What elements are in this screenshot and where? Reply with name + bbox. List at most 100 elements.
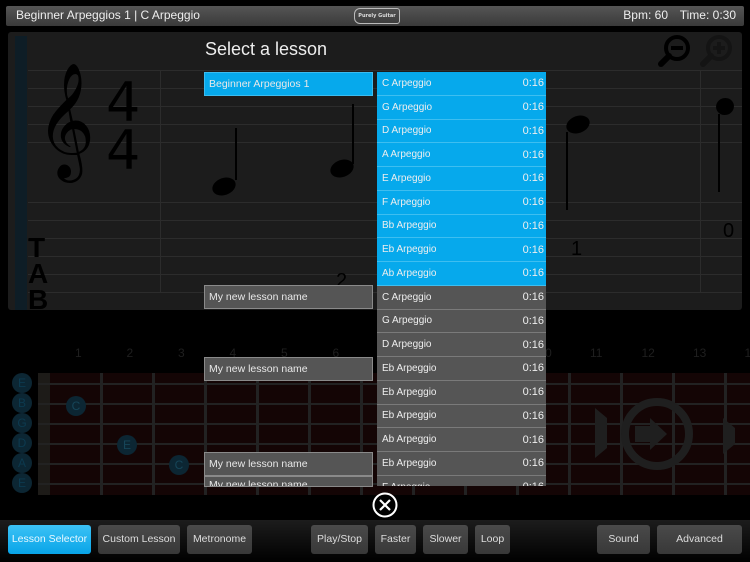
lesson-duration: 0:16 [522,457,544,470]
tab-number: 0 [723,220,735,242]
time-readout: Time: 0:30 [679,8,736,22]
lesson-item[interactable]: Eb Arpeggio 0:16 [377,404,546,429]
lesson-item[interactable]: E Arpeggio 0:16 [377,167,546,191]
fret-number: 1 [75,346,82,360]
lesson-item[interactable]: Ab Arpeggio 0:16 [377,428,546,452]
fretboard: 1234567891011121314EBGDAECEC [0,340,750,500]
lesson-name: F Arpeggio [382,482,430,486]
lesson-duration: 0:16 [522,101,544,114]
fret-number: 12 [641,346,655,360]
lesson-duration: 0:16 [522,124,544,137]
fret-number: 11 [590,346,603,360]
lesson-name: Eb Arpeggio [382,457,437,469]
fret-number: 2 [126,346,134,360]
lesson-duration: 0:16 [522,386,544,399]
treble-clef-icon: 𝄞 [36,61,96,178]
lesson-name: Eb Arpeggio [382,244,437,256]
lesson-group-item[interactable]: My new lesson name [204,357,373,381]
lesson-item[interactable]: D Arpeggio 0:16 [377,119,546,144]
note-head [209,174,239,199]
fretboard-nut [38,373,50,495]
lesson-name: Bb Arpeggio [382,220,437,232]
tab-number: 1 [571,238,583,260]
lesson-group-item[interactable]: My new lesson name [204,452,373,476]
lesson-duration: 0:16 [522,362,544,375]
metronome-button[interactable]: Metronome [187,525,252,554]
note-stem [352,104,354,164]
string-name: G [12,413,32,433]
lesson-duration: 0:16 [522,243,544,256]
string-name: E [12,473,32,493]
fret-number: 14 [744,346,750,360]
loop-button[interactable]: Loop [475,525,510,554]
play-stop-button[interactable]: Play/Stop [311,525,368,554]
close-circle-icon[interactable] [372,492,398,518]
string-name: B [12,393,32,413]
bar-line [160,70,161,292]
bottom-toolbar: Lesson Selector Custom Lesson Metronome … [0,520,750,562]
lesson-title: Beginner Arpeggios 1 | C Arpeggio [16,8,200,22]
lesson-item[interactable]: Eb Arpeggio 0:16 [377,357,546,381]
lesson-duration: 0:16 [522,433,544,446]
lesson-item[interactable]: F Arpeggio 0:16 [377,190,546,215]
lesson-duration: 0:16 [522,267,544,280]
lesson-item[interactable]: F Arpeggio 0:16 [377,475,546,486]
fret-wire [152,373,155,495]
lesson-item[interactable]: D Arpeggio 0:16 [377,333,546,357]
lesson-item[interactable]: Eb Arpeggio 0:16 [377,452,546,476]
zoom-out-icon[interactable] [656,34,692,70]
lesson-group-item[interactable]: Beginner Arpeggios 1 [204,72,373,96]
string-name: E [12,373,32,393]
bpm-readout: Bpm: 60 [623,8,668,22]
replay-play-icon[interactable] [595,396,745,476]
lesson-name: C Arpeggio [382,77,432,89]
lesson-duration: 0:16 [522,196,544,209]
lesson-name: G Arpeggio [382,315,433,327]
playback-progress-bar [15,36,27,310]
lesson-duration: 0:16 [522,219,544,232]
lesson-duration: 0:16 [522,148,544,161]
lesson-item[interactable]: C Arpeggio 0:16 [377,72,546,96]
sound-button[interactable]: Sound [597,525,650,554]
slower-button[interactable]: Slower [423,525,468,554]
lesson-selector-button[interactable]: Lesson Selector [8,525,91,554]
lesson-name: E Arpeggio [382,172,431,184]
lesson-item[interactable]: Eb Arpeggio 0:16 [377,238,546,262]
lesson-duration: 0:16 [522,314,544,327]
lesson-item[interactable]: Ab Arpeggio 0:16 [377,262,546,286]
lesson-item[interactable]: A Arpeggio 0:16 [377,143,546,167]
purely-guitar-logo: Purely Guitar [354,8,400,24]
time-signature-bottom: 4 [106,119,141,182]
advanced-button[interactable]: Advanced [657,525,742,554]
lesson-item[interactable]: G Arpeggio 0:16 [377,309,546,334]
lesson-name: Eb Arpeggio [382,362,437,374]
sheet-music-area: 𝄞 4 4 T A B 2 1 0 < > [8,32,742,310]
lesson-list[interactable]: C Arpeggio 0:16 G Arpeggio 0:16 D Arpeggio 0:… [377,72,546,486]
lesson-item[interactable]: G Arpeggio 0:16 [377,95,546,120]
lesson-name: Ab Arpeggio [382,434,437,446]
lesson-item[interactable]: Bb Arpeggio 0:16 [377,214,546,239]
zoom-in-icon[interactable] [698,34,734,70]
fret-number: 3 [178,346,185,360]
note-stem [566,132,568,210]
fret-number: 13 [693,346,707,360]
faster-button[interactable]: Faster [375,525,416,554]
bar-line [700,70,701,292]
lesson-name: F Arpeggio [382,196,431,208]
fret-wire [568,373,571,495]
lesson-name: A Arpeggio [382,149,431,161]
fret-wire [100,373,103,495]
lesson-item[interactable]: Eb Arpeggio 0:16 [377,380,546,405]
lesson-group-item[interactable]: My new lesson name [204,285,373,309]
lesson-duration: 0:16 [522,77,544,90]
top-bar: Beginner Arpeggios 1 | C Arpeggio Purely… [6,6,744,26]
tab-label-b: B [28,284,49,311]
lesson-name: D Arpeggio [382,339,432,351]
note-stem [718,114,720,192]
lesson-group-item[interactable]: My new lesson name [204,476,373,487]
fret-note: C [169,455,189,475]
lesson-duration: 0:16 [522,338,544,351]
custom-lesson-button[interactable]: Custom Lesson [98,525,180,554]
lesson-duration: 0:16 [522,172,544,185]
lesson-item[interactable]: C Arpeggio 0:16 [377,285,546,310]
